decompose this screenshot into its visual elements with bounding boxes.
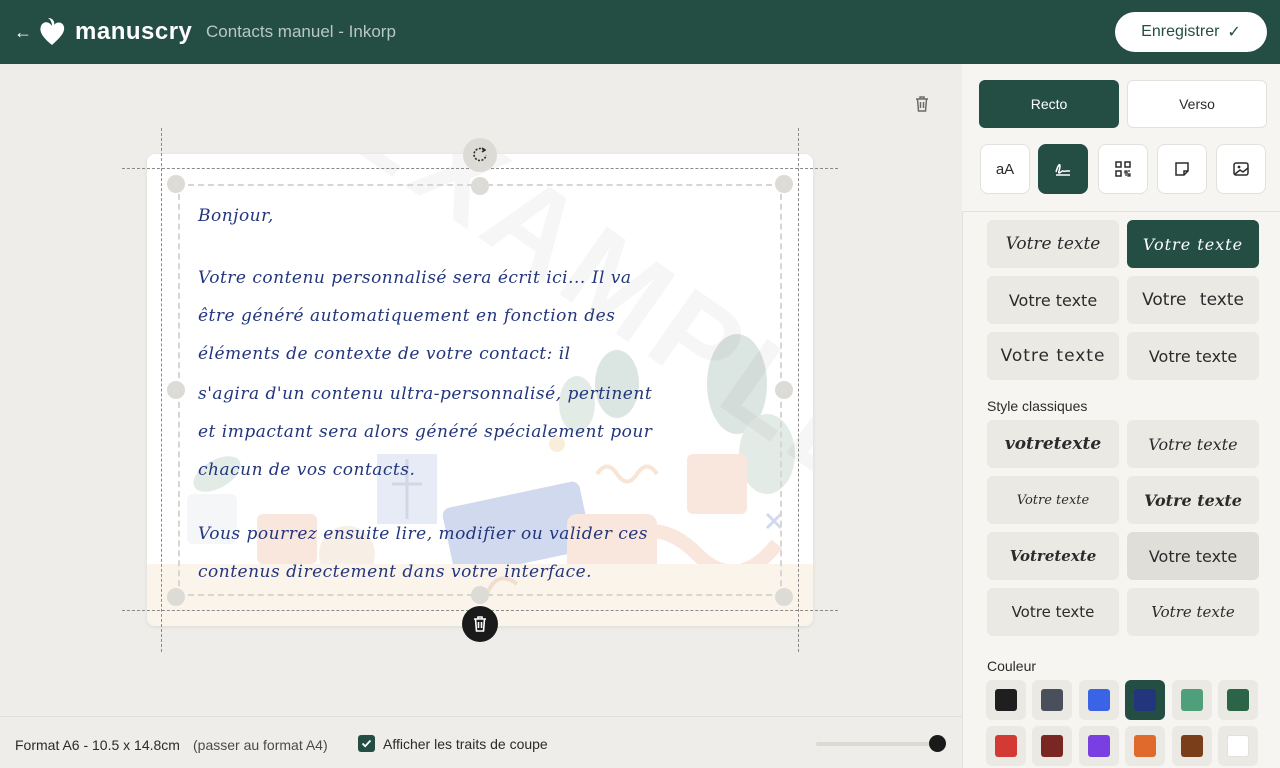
color-swatch-brown[interactable]: [1172, 726, 1212, 766]
color-title: Couleur: [987, 658, 1037, 674]
color-swatch-slate[interactable]: [1032, 680, 1072, 720]
color-swatch-red[interactable]: [986, 726, 1026, 766]
color-swatch-white[interactable]: [1218, 726, 1258, 766]
color-swatch-dark-red[interactable]: [1032, 726, 1072, 766]
cut-lines-checkbox[interactable]: [358, 735, 375, 752]
document-title: Contacts manuel - Inkorp: [206, 22, 396, 41]
text-size-tool[interactable]: aA: [980, 144, 1030, 194]
check-icon: ✓: [1227, 24, 1241, 41]
card-greeting: Bonjour,: [198, 206, 274, 226]
handwriting-style-option[interactable]: Votre texte: [1127, 276, 1259, 324]
swatch-fill: [1134, 689, 1156, 711]
brand-name: manuscry: [75, 18, 193, 45]
resize-handle-top-right[interactable]: [775, 175, 793, 193]
card-line: chacun de vos contacts.: [198, 460, 416, 480]
resize-handle-bottom[interactable]: [471, 586, 489, 604]
color-swatch-blue[interactable]: [1079, 680, 1119, 720]
zoom-slider[interactable]: [816, 742, 938, 746]
tab-recto[interactable]: Recto: [979, 80, 1119, 128]
trash-icon[interactable]: [912, 94, 932, 114]
swatch-fill: [1181, 735, 1203, 757]
swatch-fill: [1134, 735, 1156, 757]
swatch-fill: [1088, 735, 1110, 757]
swatch-fill: [1088, 689, 1110, 711]
resize-handle-right[interactable]: [775, 381, 793, 399]
delete-element-button[interactable]: [462, 606, 498, 642]
color-swatch-purple[interactable]: [1079, 726, 1119, 766]
cut-lines-label[interactable]: Afficher les traits de coupe: [383, 736, 548, 752]
resize-handle-top-left[interactable]: [167, 175, 185, 193]
swatch-fill: [1041, 689, 1063, 711]
swatch-fill: [1181, 689, 1203, 711]
handwriting-style-option[interactable]: Votre texte: [987, 332, 1119, 380]
card-line: Vous pourrez ensuite lire, modifier ou v…: [198, 524, 649, 544]
qr-code-icon: [1115, 161, 1131, 177]
resize-handle-bottom-left[interactable]: [167, 588, 185, 606]
color-swatch-green[interactable]: [1172, 680, 1212, 720]
card-line: éléments de contexte de votre contact: i…: [198, 344, 571, 364]
handwriting-style-option[interactable]: Votre texte: [987, 276, 1119, 324]
card-line: et impactant sera alors généré spécialem…: [198, 422, 653, 442]
switch-format-link[interactable]: (passer au format A4): [193, 737, 328, 753]
classic-style-option[interactable]: Votre texte: [987, 588, 1119, 636]
format-label: Format A6 - 10.5 x 14.8cm: [15, 737, 180, 753]
save-button[interactable]: Enregistrer ✓: [1115, 12, 1267, 52]
color-swatch-orange[interactable]: [1125, 726, 1165, 766]
text-size-icon: aA: [995, 160, 1015, 178]
classic-styles-title: Style classiques: [987, 398, 1088, 414]
tab-verso[interactable]: Verso: [1127, 80, 1267, 128]
sticky-note-icon: [1175, 162, 1189, 176]
handwriting-style-option[interactable]: Votre texte: [1127, 332, 1259, 380]
image-icon: [1233, 162, 1249, 176]
arrow-left-icon[interactable]: ←: [12, 20, 34, 44]
resize-handle-left[interactable]: [167, 381, 185, 399]
swatch-fill: [995, 735, 1017, 757]
cut-line-right: [798, 128, 799, 652]
swatch-fill: [1227, 735, 1249, 757]
heart-logo-icon: [40, 18, 65, 45]
classic-style-option[interactable]: Votre texte: [1127, 532, 1259, 580]
top-bar: ← manuscry Contacts manuel - Inkorp Enre…: [0, 0, 1280, 64]
rotate-button[interactable]: [463, 138, 497, 172]
swatch-fill: [995, 689, 1017, 711]
classic-style-option[interactable]: votretexte: [987, 420, 1119, 468]
classic-style-option[interactable]: Votretexte: [987, 532, 1119, 580]
trash-icon: [474, 616, 486, 632]
check-icon: [361, 739, 372, 748]
rotate-icon: [473, 147, 487, 162]
classic-style-option[interactable]: Votre texte: [1127, 588, 1259, 636]
color-swatch-black[interactable]: [986, 680, 1026, 720]
zoom-slider-handle[interactable]: [929, 735, 946, 752]
card-line: contenus directement dans votre interfac…: [198, 562, 593, 582]
classic-style-option[interactable]: Votre texte: [1127, 476, 1259, 524]
classic-style-option[interactable]: Votre texte: [987, 476, 1119, 524]
swatch-fill: [1041, 735, 1063, 757]
swatch-fill: [1227, 689, 1249, 711]
cut-line-left: [161, 128, 162, 652]
card-line: Votre contenu personnalisé sera écrit ic…: [198, 268, 632, 288]
handwriting-icon: [1055, 163, 1070, 176]
color-swatch-dark-green[interactable]: [1218, 680, 1258, 720]
handwriting-tool[interactable]: [1038, 144, 1088, 194]
save-button-label: Enregistrer: [1141, 23, 1220, 40]
resize-handle-top[interactable]: [471, 177, 489, 195]
image-tool[interactable]: [1216, 144, 1266, 194]
color-swatch-navy[interactable]: [1125, 680, 1165, 720]
sticker-tool[interactable]: [1157, 144, 1207, 194]
resize-handle-bottom-right[interactable]: [775, 588, 793, 606]
handwriting-style-option[interactable]: Votre texte: [987, 220, 1119, 268]
card-line: s'agira d'un contenu ultra-personnalisé,…: [198, 384, 653, 404]
classic-style-option[interactable]: Votre texte: [1127, 420, 1259, 468]
handwriting-style-option[interactable]: Votre texte: [1127, 220, 1259, 268]
qr-code-tool[interactable]: [1098, 144, 1148, 194]
card-line: être généré automatiquement en fonction …: [198, 306, 616, 326]
